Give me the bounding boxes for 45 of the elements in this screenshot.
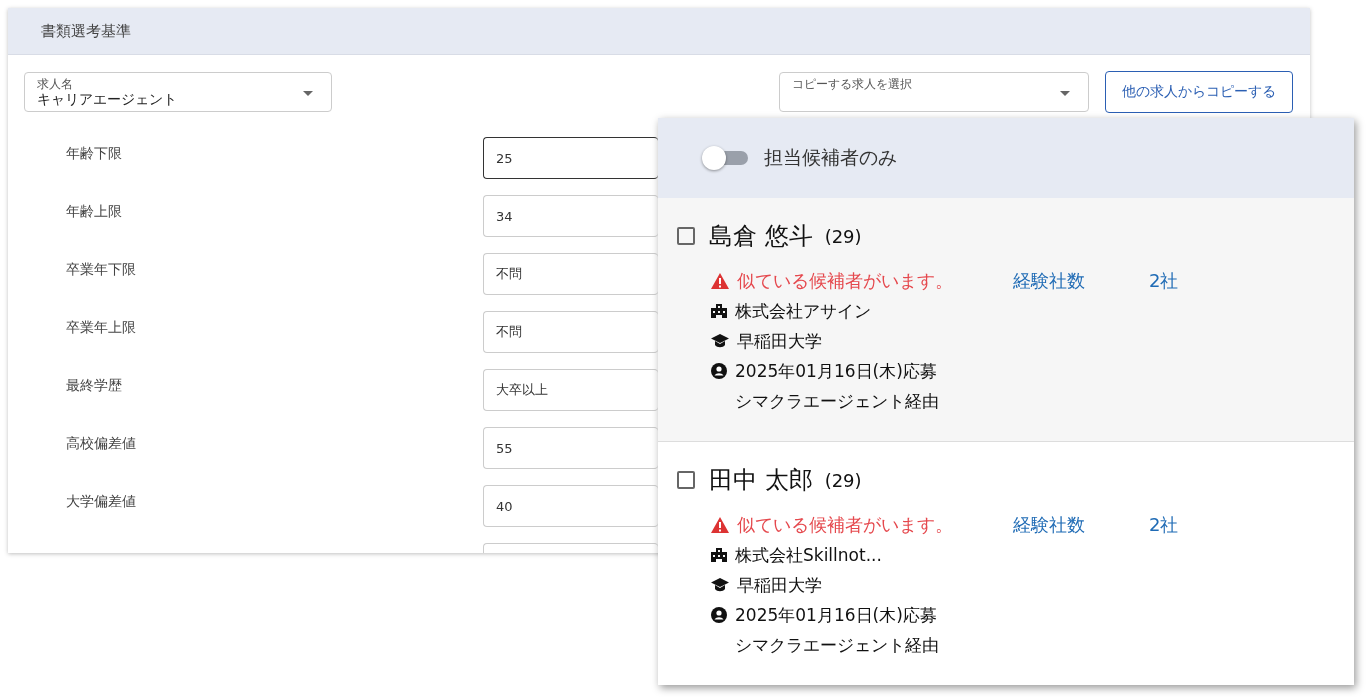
criteria-label: 高校偏差値 xyxy=(66,434,137,453)
user-circle-icon xyxy=(711,607,727,623)
toggle-switch[interactable] xyxy=(702,146,748,170)
building-icon xyxy=(711,304,727,318)
criteria-label: 年齢上限 xyxy=(66,202,123,221)
criteria-label: 大学偏差値 xyxy=(66,492,137,511)
graduation-cap-icon xyxy=(711,334,729,348)
caret-icon xyxy=(1060,91,1070,96)
application-route: シマクラエージェント経由 xyxy=(735,389,939,413)
candidate-name: 田中 太郎 xyxy=(709,465,813,496)
copy-button[interactable]: 他の求人からコピーする xyxy=(1105,71,1293,113)
panel-title: 書類選考基準 xyxy=(41,21,131,41)
warning-icon xyxy=(711,517,729,533)
experience-value: 2社 xyxy=(1149,513,1179,537)
experience-label: 経験社数 xyxy=(1013,513,1086,537)
caret-icon xyxy=(303,91,313,96)
application-date: 2025年01月16日(木)応募 xyxy=(735,603,937,627)
criteria-label: 最終学歴 xyxy=(66,376,123,395)
checkbox[interactable] xyxy=(677,227,695,245)
experience-value: 2社 xyxy=(1149,269,1179,293)
candidate-name: 島倉 悠斗 xyxy=(709,221,813,252)
job-select[interactable]: 求人名 キャリアエージェント xyxy=(24,72,332,112)
criteria-label: 年齢下限 xyxy=(66,144,123,163)
candidate-item[interactable]: 島倉 悠斗 (29) 似ている候補者がいます。 経験社数 2社 株式会社アサイン 早稲田大学 2025年01月16日(木)応募 シマクラエージェント経由 xyxy=(658,198,1354,442)
warning-icon xyxy=(711,273,729,289)
candidate-item[interactable]: 田中 太郎 (29) 似ている候補者がいます。 経験社数 2社 株式会社Skillnot... 早稲田大学 2025年01月16日(木)応募 シマクラエージェント経由 xyxy=(658,442,1354,685)
criteria-label: 卒業年下限 xyxy=(66,260,137,279)
application-date: 2025年01月16日(木)応募 xyxy=(735,359,937,383)
criteria-label: 卒業年上限 xyxy=(66,318,137,337)
building-icon xyxy=(711,548,727,562)
school-name: 早稲田大学 xyxy=(737,573,822,597)
warning-text: 似ている候補者がいます。 xyxy=(737,269,954,293)
candidate-age: (29) xyxy=(824,469,862,491)
application-route: シマクラエージェント経由 xyxy=(735,633,939,657)
copy-select[interactable]: コピーする求人を選択 xyxy=(779,72,1089,112)
graduation-cap-icon xyxy=(711,578,729,592)
toggle-label: 担当候補者のみ xyxy=(764,145,897,170)
experience-label: 経験社数 xyxy=(1013,269,1086,293)
user-circle-icon xyxy=(711,363,727,379)
company-name: 株式会社アサイン xyxy=(735,299,871,323)
warning-text: 似ている候補者がいます。 xyxy=(737,513,954,537)
checkbox[interactable] xyxy=(677,471,695,489)
school-name: 早稲田大学 xyxy=(737,329,822,353)
candidate-age: (29) xyxy=(824,225,862,247)
company-name: 株式会社Skillnot... xyxy=(735,543,882,567)
